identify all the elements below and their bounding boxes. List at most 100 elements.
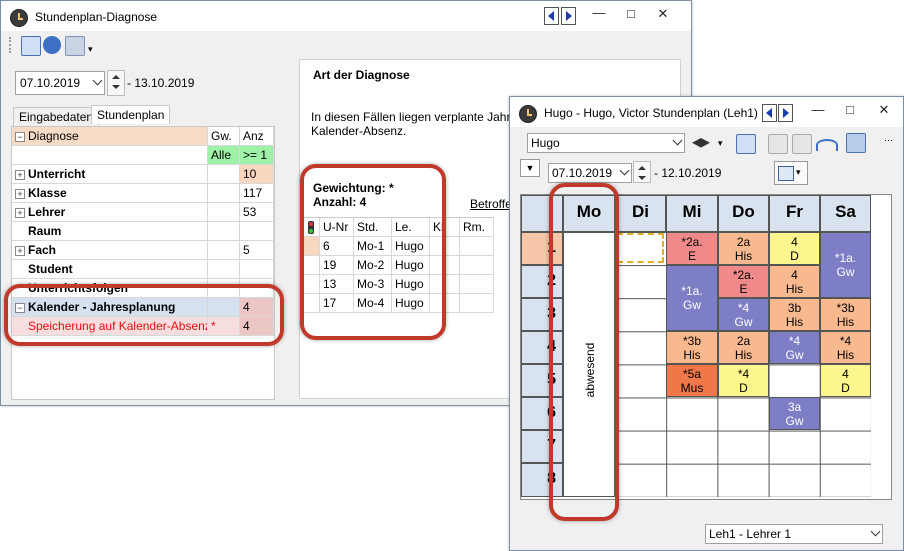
- expand-icon[interactable]: +: [15, 189, 25, 199]
- collapse-icon[interactable]: −: [15, 132, 25, 142]
- tree-row-klasse[interactable]: Klasse: [12, 184, 208, 203]
- date-from-picker[interactable]: 07.10.2019: [15, 71, 105, 95]
- nav-prev-icon[interactable]: [544, 7, 559, 25]
- tree-header-anz: Anz: [240, 127, 274, 146]
- stundenplan-titlebar: Hugo - Hugo, Victor Stundenplan (Leh1) —…: [510, 97, 903, 127]
- diagnose-tree: Diagnose − Gw. Anz Alle >= 1 Unterricht …: [11, 126, 275, 400]
- left-pane: 07.10.2019 - 13.10.2019 Eingabedaten Stu…: [7, 59, 294, 400]
- maximize-icon[interactable]: □: [623, 6, 639, 21]
- result-cell-rm[interactable]: [460, 237, 494, 256]
- tree-row-raum[interactable]: Raum: [12, 222, 208, 241]
- result-cell-rm[interactable]: [460, 294, 494, 313]
- lesson-cell[interactable]: *1a. Gw: [666, 265, 718, 331]
- highlight-absent-column: [549, 183, 619, 521]
- lesson-cell[interactable]: 4D: [820, 364, 871, 397]
- day-header-do[interactable]: Do: [718, 195, 769, 232]
- filter-anz[interactable]: >= 1: [240, 146, 274, 165]
- lesson-cell[interactable]: *3b His: [820, 298, 871, 331]
- lesson-cell[interactable]: *1a. Gw: [820, 232, 871, 298]
- calendar-view-icon[interactable]: ▾: [774, 161, 808, 185]
- refresh-icon[interactable]: [43, 36, 61, 54]
- filter-icon[interactable]: [65, 36, 85, 56]
- filter-gw[interactable]: Alle: [208, 146, 240, 165]
- arrange-icon[interactable]: [736, 134, 756, 154]
- plan-date-from-picker[interactable]: 07.10.2019: [548, 163, 632, 183]
- tree-row-gw: [208, 260, 240, 279]
- day-header-di[interactable]: Di: [615, 195, 666, 232]
- lock-icon[interactable]: [792, 134, 812, 154]
- tree-row-student[interactable]: Student: [12, 260, 208, 279]
- collapse-toggle[interactable]: ▼: [520, 159, 540, 177]
- detail-text-1: In diesen Fällen liegen verplante Jahres…: [311, 110, 540, 124]
- format-select[interactable]: Leh1 - Lehrer 1: [705, 524, 883, 544]
- expand-icon[interactable]: +: [15, 208, 25, 218]
- result-cell-rm[interactable]: [460, 275, 494, 294]
- tab-stundenplan[interactable]: Stundenplan: [91, 105, 171, 124]
- element-select[interactable]: Hugo: [527, 133, 685, 153]
- element-select-value: Hugo: [531, 136, 560, 150]
- nav-next-icon[interactable]: [778, 104, 793, 122]
- lesson-cell[interactable]: *4 D: [718, 364, 769, 397]
- day-header-sa[interactable]: Sa: [820, 195, 871, 232]
- app-clock-icon: [10, 9, 28, 27]
- tree-row-unterricht[interactable]: Unterricht: [12, 165, 208, 184]
- nav-prev-icon[interactable]: [762, 104, 777, 122]
- lesson-cell[interactable]: 2a His: [718, 232, 769, 265]
- tab-eingabedaten[interactable]: Eingabedaten: [13, 107, 100, 126]
- selected-cell[interactable]: [617, 233, 664, 263]
- lesson-cell[interactable]: *4 Gw: [718, 298, 769, 331]
- minimize-icon[interactable]: —: [810, 102, 826, 117]
- close-icon[interactable]: ✕: [655, 6, 671, 22]
- lesson-cell[interactable]: *2a. E: [718, 265, 769, 298]
- teacher-cap-icon[interactable]: [692, 138, 710, 148]
- format-dropdown-icon[interactable]: [870, 526, 881, 537]
- tree-row-gw: [208, 184, 240, 203]
- tree-row-anz: 117: [240, 184, 274, 203]
- arrange-icon[interactable]: [21, 36, 41, 56]
- plan-date-dropdown-icon[interactable]: [619, 165, 630, 176]
- app-clock-icon: [519, 105, 537, 123]
- diagnose-toolbar: ▾: [1, 32, 691, 58]
- lesson-cell[interactable]: *4 His: [820, 331, 871, 364]
- minimize-icon[interactable]: —: [591, 5, 607, 20]
- tree-row-fach[interactable]: Fach: [12, 241, 208, 260]
- tree-row-gw: [208, 165, 240, 184]
- expand-icon[interactable]: +: [15, 246, 25, 256]
- plan-date-stepper[interactable]: [633, 161, 651, 183]
- lesson-cell[interactable]: 3b His: [769, 298, 820, 331]
- lesson-cell[interactable]: *5a Mus: [666, 364, 718, 397]
- result-cell-rm[interactable]: [460, 256, 494, 275]
- lesson-cell[interactable]: *2a. E: [666, 232, 718, 265]
- maximize-icon[interactable]: □: [842, 102, 858, 117]
- toolbar-more-icon[interactable]: ⋯: [884, 135, 893, 146]
- diagnose-titlebar: Stundenplan-Diagnose — □ ✕: [1, 1, 691, 31]
- filter-row-label: [12, 146, 208, 165]
- close-icon[interactable]: ✕: [876, 102, 892, 118]
- tree-header-diagnose: Diagnose: [12, 127, 208, 146]
- lesson-cell[interactable]: 2a His: [718, 331, 769, 364]
- lesson-cell[interactable]: *3b His: [666, 331, 718, 364]
- undo-icon[interactable]: [816, 139, 838, 151]
- lesson-cell[interactable]: *4 Gw: [769, 331, 820, 364]
- tree-row-lehrer[interactable]: Lehrer: [12, 203, 208, 222]
- highlight-result-table: [300, 164, 446, 340]
- date-stepper[interactable]: [107, 70, 125, 96]
- edit-icon[interactable]: [846, 133, 866, 153]
- date-dropdown-icon[interactable]: [92, 75, 103, 86]
- day-header-fr[interactable]: Fr: [769, 195, 820, 232]
- tree-row-anz: [240, 260, 274, 279]
- toolbar-more-icon[interactable]: ▾: [88, 44, 93, 55]
- lesson-cell[interactable]: 4 His: [769, 265, 820, 298]
- tree-row-gw: [208, 241, 240, 260]
- copy-icon[interactable]: [768, 134, 788, 154]
- cap-dropdown-icon[interactable]: ▾: [718, 138, 723, 149]
- lesson-cell[interactable]: 3a Gw: [769, 397, 820, 430]
- day-header-mi[interactable]: Mi: [666, 195, 718, 232]
- diagnose-window-title: Stundenplan-Diagnose: [35, 10, 158, 24]
- lesson-cell[interactable]: 4D: [769, 232, 820, 265]
- expand-icon[interactable]: +: [15, 170, 25, 180]
- stundenplan-window-title: Hugo - Hugo, Victor Stundenplan (Leh1): [544, 106, 758, 120]
- element-dropdown-icon[interactable]: [672, 135, 683, 146]
- nav-next-icon[interactable]: [561, 7, 576, 25]
- result-header-rm: Rm.: [460, 218, 494, 237]
